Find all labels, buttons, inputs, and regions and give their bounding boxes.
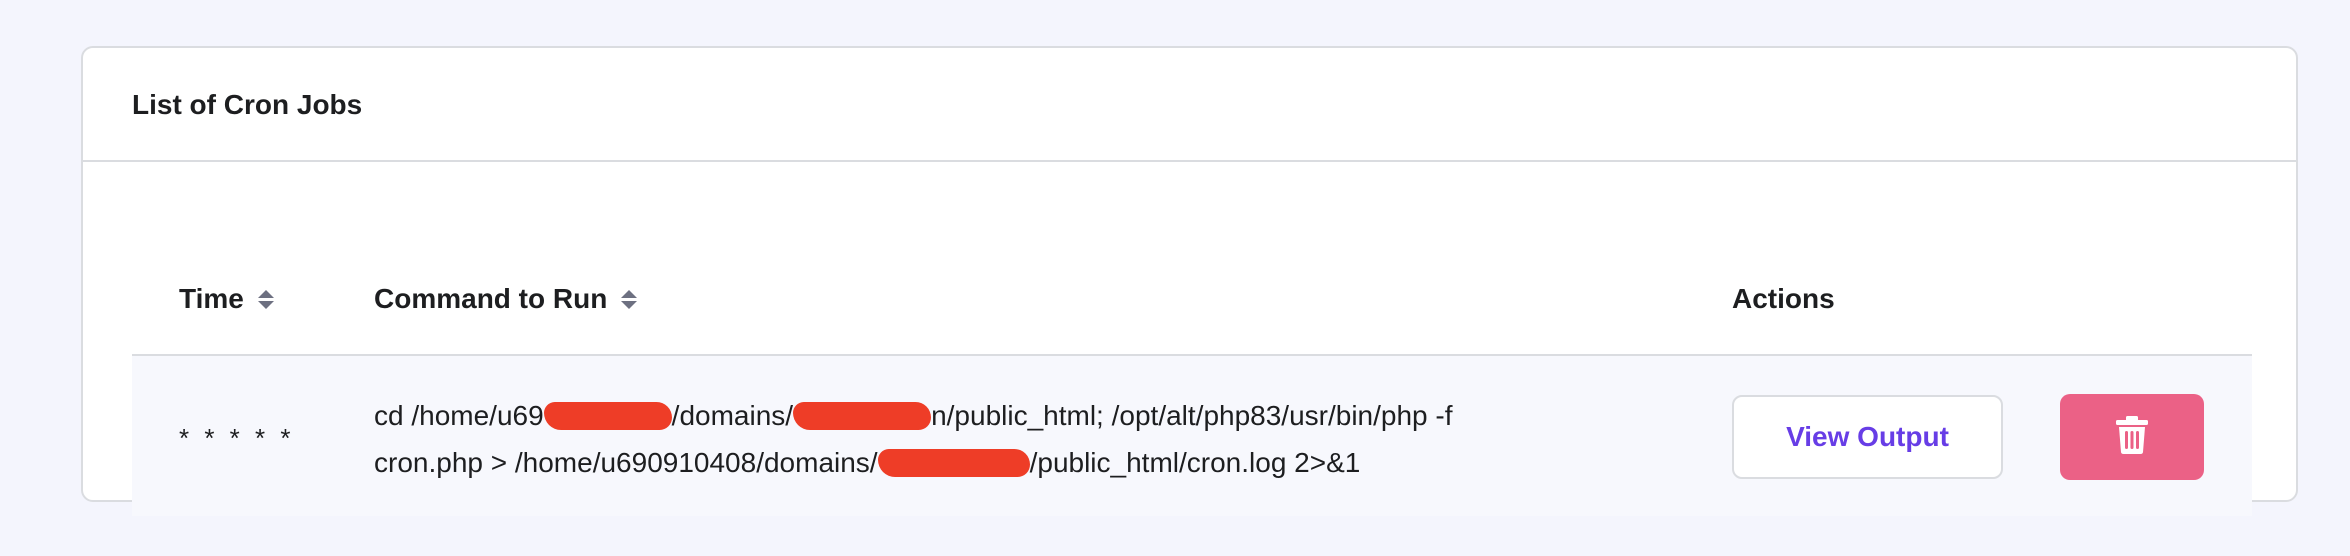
trash-icon: [2115, 415, 2149, 460]
column-header-command[interactable]: Command to Run: [374, 282, 638, 316]
command-line-1: cd /home/u69/domains/n/public_html; /opt…: [374, 400, 1453, 431]
redaction-mark: [877, 448, 1030, 477]
cron-time-value: * * * * *: [179, 423, 295, 453]
cron-command-value: cd /home/u69/domains/n/public_html; /opt…: [374, 392, 1574, 486]
column-header-actions: Actions: [1732, 282, 1835, 316]
table-row: * * * * * cd /home/u69/domains/n/public_…: [132, 356, 2252, 516]
view-output-button[interactable]: View Output: [1732, 395, 2003, 479]
redaction-mark: [793, 401, 932, 430]
sort-icon[interactable]: [257, 289, 274, 309]
column-header-command-label: Command to Run: [374, 283, 608, 314]
redaction-mark: [543, 401, 672, 430]
column-header-time-label: Time: [179, 283, 244, 314]
card-header: List of Cron Jobs: [83, 48, 2296, 162]
column-header-actions-label: Actions: [1732, 283, 1835, 314]
sort-icon[interactable]: [621, 289, 638, 309]
delete-button[interactable]: [2060, 394, 2204, 480]
table-header: Time Command to Run Actions: [132, 208, 2252, 356]
command-line-2: cron.php > /home/u690910408/domains//pub…: [374, 447, 1361, 478]
column-header-time[interactable]: Time: [179, 282, 274, 316]
cron-jobs-card: List of Cron Jobs Time Command to Run Ac…: [81, 46, 2298, 516]
card-title: List of Cron Jobs: [132, 89, 363, 120]
cron-jobs-table: Time Command to Run Actions * * * * * cd…: [132, 208, 2252, 516]
